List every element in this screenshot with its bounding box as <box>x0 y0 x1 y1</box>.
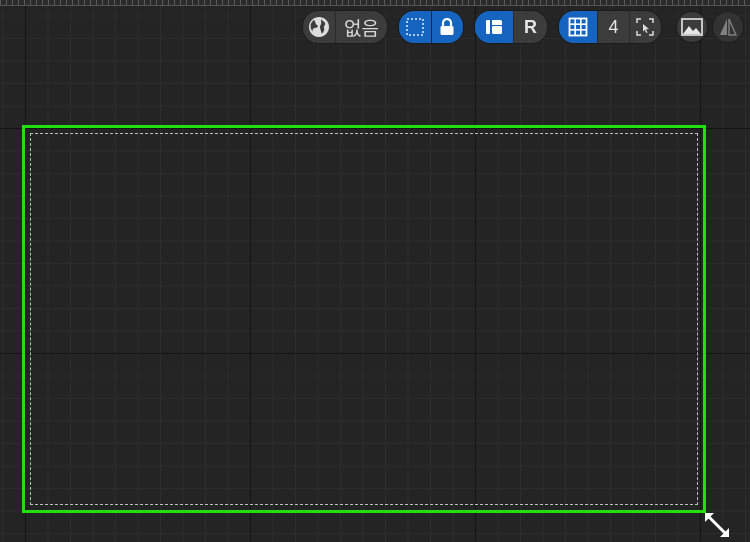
mirror-icon[interactable] <box>711 11 744 43</box>
safe-area-outline <box>30 133 698 505</box>
design-canvas[interactable]: 없음 R 4 <box>0 0 750 542</box>
selection-lock-group[interactable] <box>397 10 464 44</box>
globe-icon[interactable] <box>303 11 335 43</box>
dotted-square-icon[interactable] <box>398 11 431 43</box>
viewport-toolbar: 없음 R 4 <box>302 10 744 44</box>
lock-icon[interactable] <box>430 11 463 43</box>
rotation-snap-group[interactable]: R <box>473 10 548 44</box>
selection-frame[interactable] <box>22 125 706 513</box>
rotate-snap-icon[interactable] <box>474 11 513 43</box>
grid-icon[interactable] <box>558 11 597 43</box>
image-preview-icon[interactable] <box>675 11 708 43</box>
resize-diagonal-icon[interactable] <box>702 510 732 540</box>
top-ruler[interactable] <box>0 0 750 6</box>
world-space-toggle[interactable]: 없음 <box>302 10 388 44</box>
grid-snap-group[interactable]: 4 <box>557 10 662 44</box>
cursor-select-icon[interactable] <box>628 11 661 43</box>
rotation-snap-value[interactable]: R <box>512 11 547 43</box>
world-space-value[interactable]: 없음 <box>335 11 387 43</box>
grid-snap-value[interactable]: 4 <box>596 11 629 43</box>
